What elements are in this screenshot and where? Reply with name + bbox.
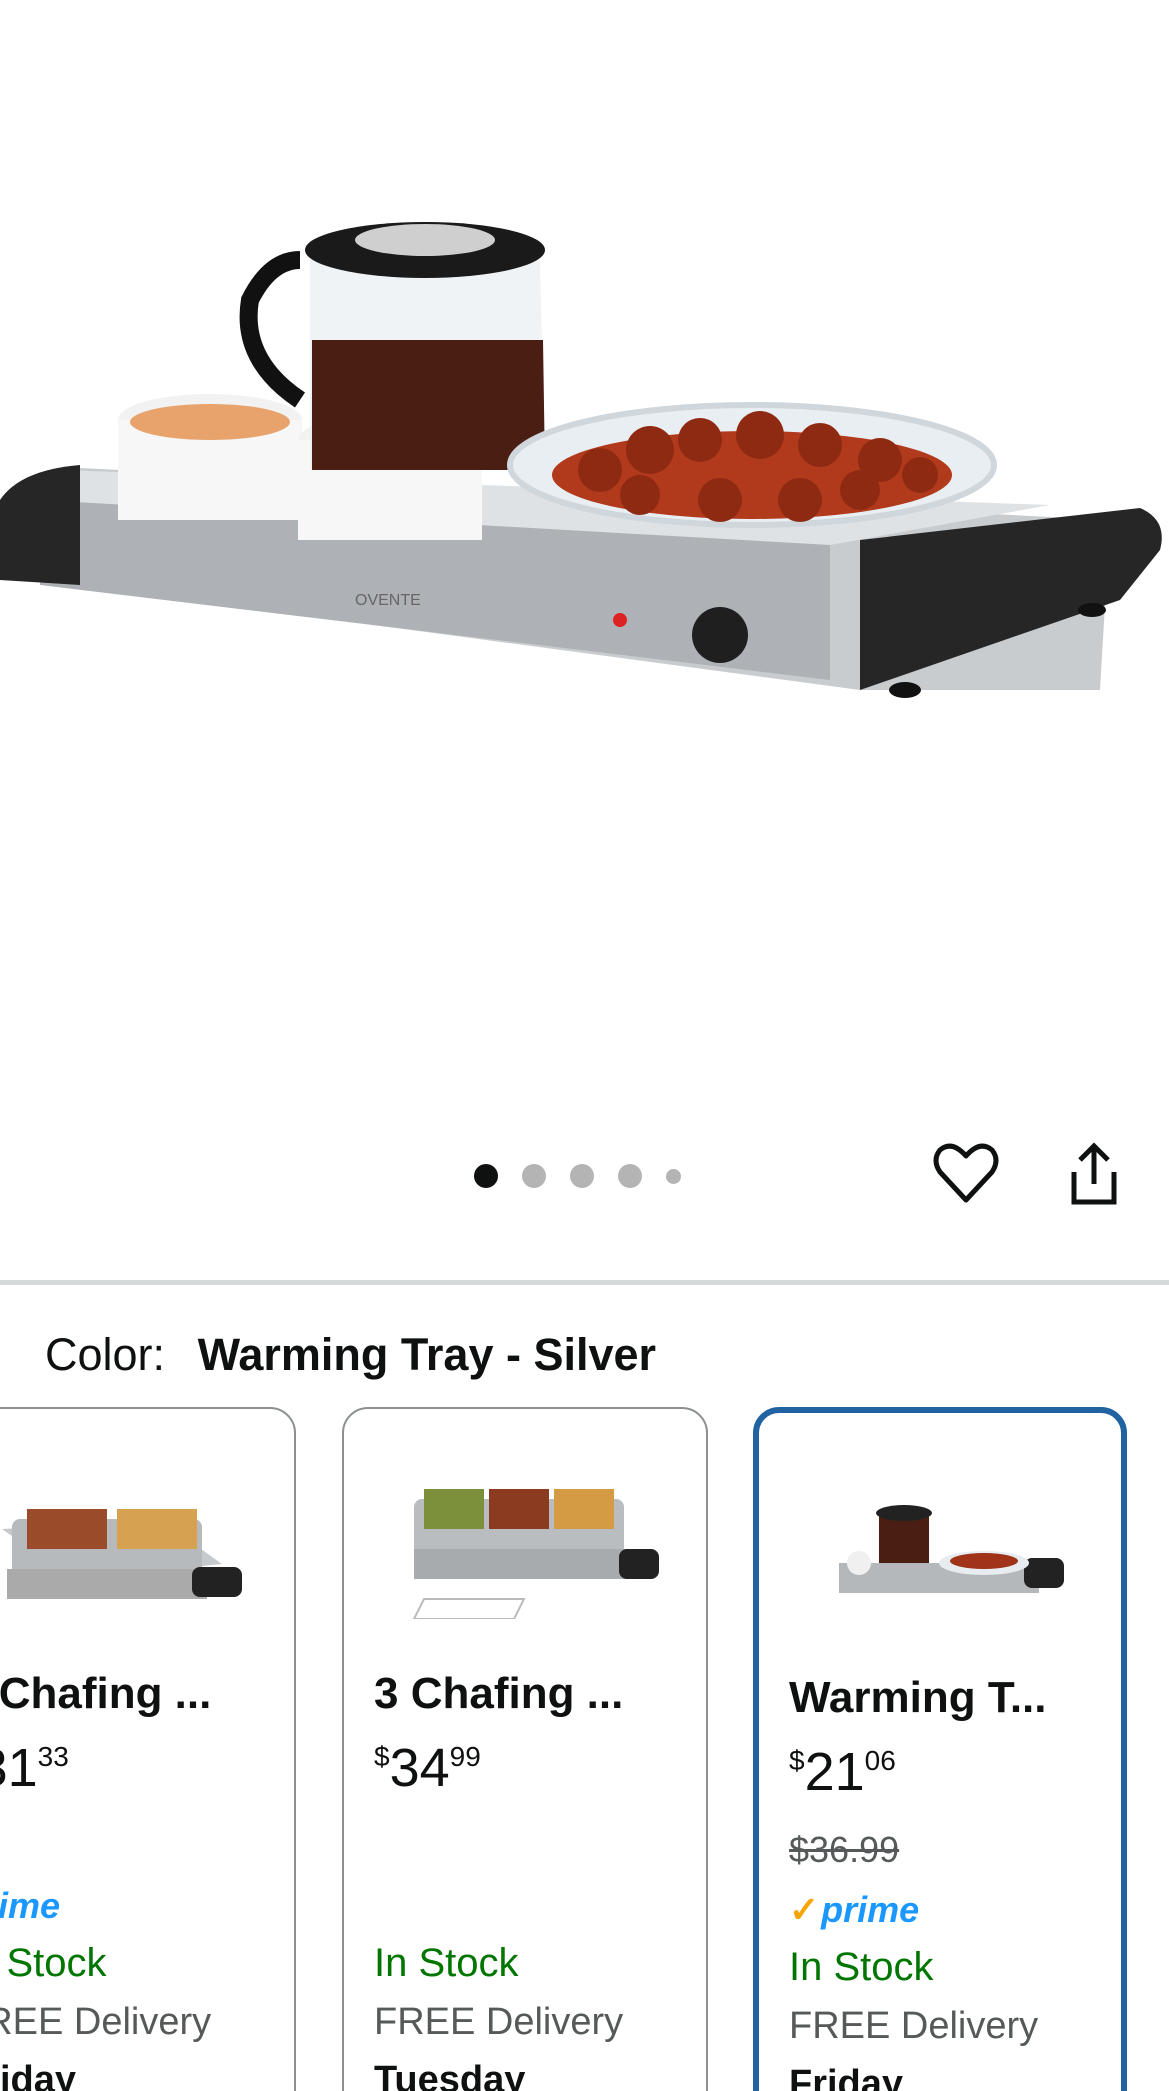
delivery-day: Tuesday [374, 2059, 526, 2091]
image-actions [932, 1140, 1128, 1208]
stock-status: In Stock [374, 1941, 519, 1985]
product-image[interactable]: OVENTE [0, 0, 1169, 1120]
delivery-text: FREE Delivery [789, 2005, 1039, 2047]
stock-status: In Stock [0, 1941, 107, 1985]
variant-title: 3 Chafing ... [374, 1669, 624, 1718]
delivery-text: FREE Delivery [374, 2001, 624, 2043]
color-selector-label: Color: Warming Tray - Silver [45, 1327, 656, 1383]
variant-card-selected[interactable]: Warming T... $2106 $36.99 ✓prime In Stoc… [753, 1407, 1127, 2091]
variant-price: $3499 [374, 1737, 481, 1799]
stock-status: In Stock [789, 1945, 934, 1989]
price-whole: 31 [0, 1738, 38, 1798]
variant-price: $3133 [0, 1737, 69, 1799]
carousel-dot[interactable] [570, 1164, 594, 1188]
carousel-dot[interactable] [474, 1164, 498, 1188]
variant-cards: 2 Chafing ... $3133 prime In Stock FREE … [0, 1407, 1169, 2091]
carousel-dot[interactable] [666, 1168, 681, 1184]
prime-label: prime [821, 1889, 920, 1930]
variant-card[interactable]: 3 Chafing ... $3499 In Stock FREE Delive… [342, 1407, 708, 2091]
carousel-dot[interactable] [522, 1164, 546, 1188]
variant-thumbnail [759, 1453, 1121, 1623]
divider [0, 1280, 1169, 1285]
variant-card[interactable]: 2 Chafing ... $3133 prime In Stock FREE … [0, 1407, 296, 2091]
heart-icon[interactable] [932, 1140, 1000, 1208]
prime-label: prime [0, 1885, 61, 1926]
price-symbol: $ [374, 1741, 390, 1772]
prime-check-icon: ✓ [789, 1889, 820, 1930]
variant-price: $2106 [789, 1741, 896, 1803]
color-value: Warming Tray - Silver [197, 1329, 657, 1380]
price-fraction: 06 [864, 1745, 896, 1776]
image-carousel-dots[interactable] [474, 1164, 681, 1188]
prime-badge: prime [0, 1885, 60, 1927]
carousel-dot[interactable] [618, 1164, 642, 1188]
list-price: $36.99 [789, 1829, 900, 1870]
variant-thumbnail [344, 1449, 706, 1620]
price-fraction: 99 [449, 1741, 481, 1772]
prime-badge: ✓prime [789, 1889, 919, 1931]
delivery-day: Friday [0, 2059, 77, 2091]
variant-title: Warming T... [789, 1673, 1047, 1722]
svg-text:OVENTE: OVENTE [355, 592, 421, 609]
share-icon[interactable] [1060, 1140, 1128, 1208]
price-symbol: $ [789, 1745, 805, 1776]
variant-thumbnail [0, 1449, 294, 1619]
price-fraction: 33 [37, 1741, 69, 1772]
delivery-text: FREE Delivery [0, 2001, 212, 2043]
price-whole: 34 [389, 1738, 450, 1798]
price-whole: 21 [804, 1742, 865, 1802]
variant-title: 2 Chafing ... [0, 1669, 212, 1718]
delivery-day: Friday [789, 2063, 904, 2091]
color-label: Color: [45, 1329, 166, 1380]
